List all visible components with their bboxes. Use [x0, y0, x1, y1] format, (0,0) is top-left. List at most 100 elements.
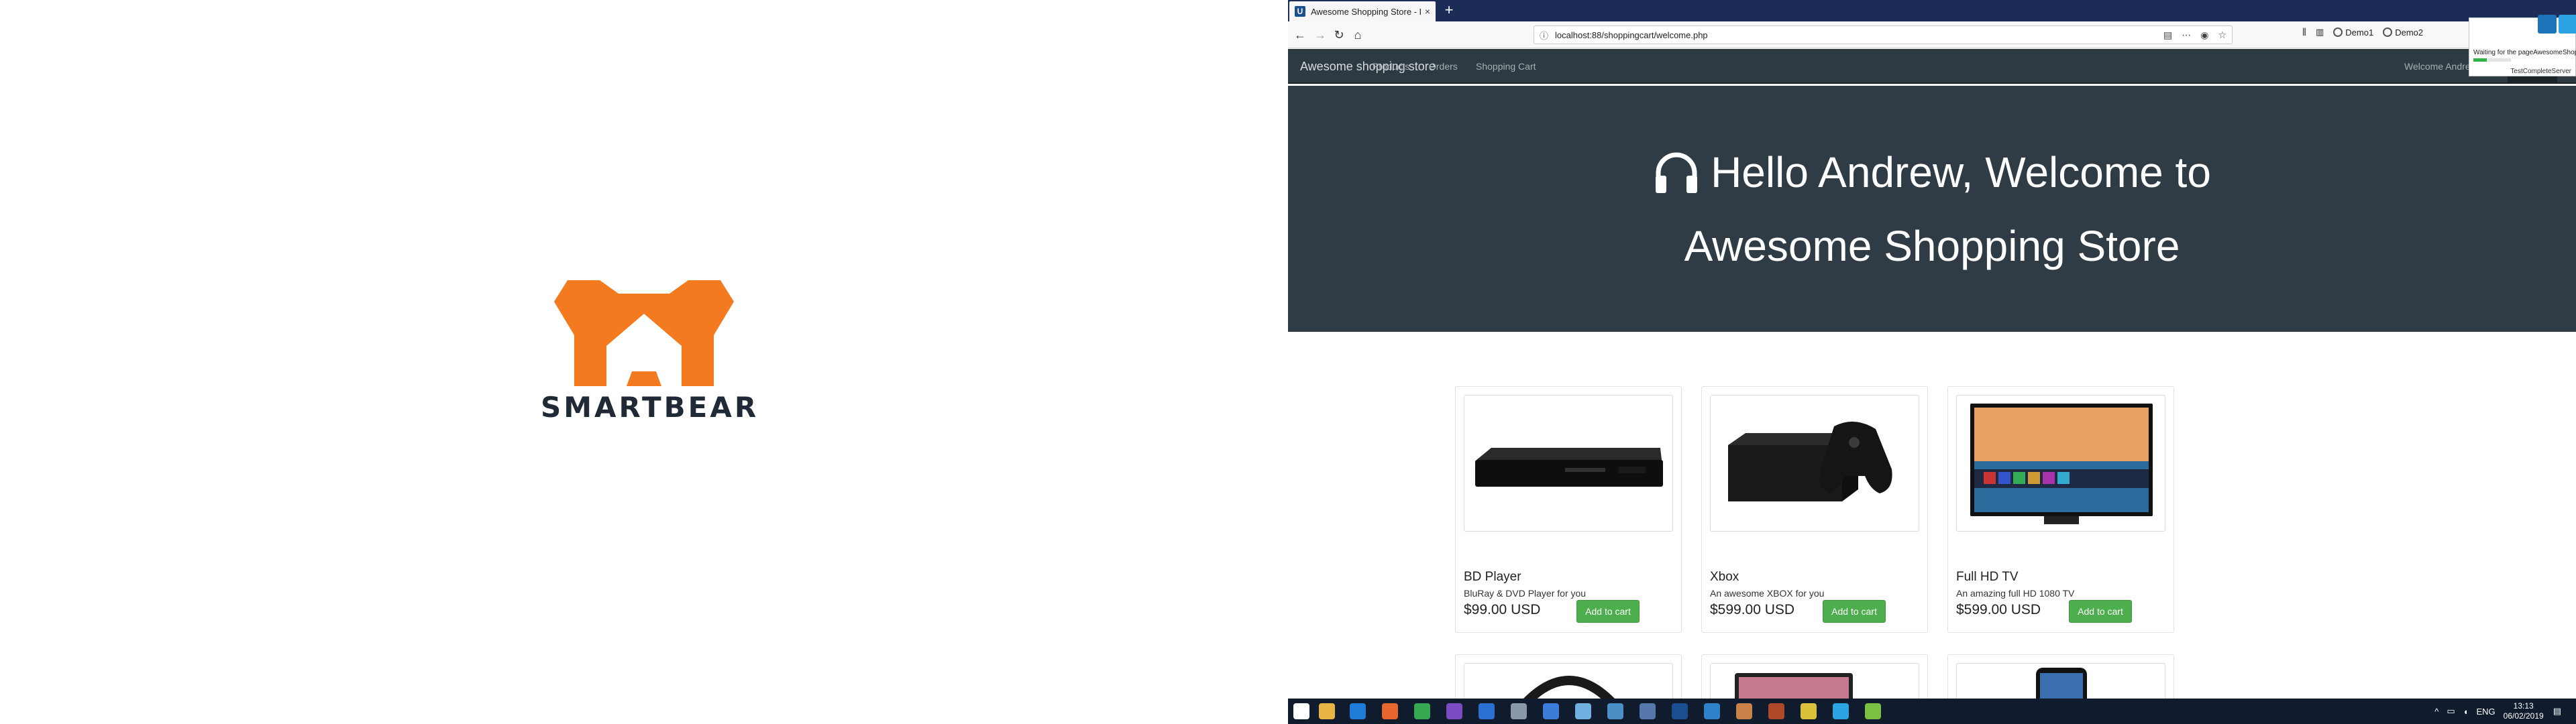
pocket-icon[interactable]: ◉ [2200, 29, 2208, 41]
product-card-partial [1455, 654, 1682, 699]
hero-heading-line2: Awesome Shopping Store [1684, 222, 2180, 270]
app-icon[interactable] [1446, 703, 1462, 719]
app-icon[interactable] [1672, 703, 1688, 719]
app-icon[interactable] [1865, 703, 1881, 719]
chrome-icon[interactable] [1414, 703, 1430, 719]
smartbear-logo: SMARTBEAR [541, 274, 759, 424]
volume-icon[interactable]: ◖ [2463, 707, 2469, 717]
start-icon[interactable] [1293, 703, 1309, 719]
product-price: $599.00 USD [1956, 602, 2041, 617]
site-navbar: Awesome shopping store Products Orders S… [1288, 49, 2576, 84]
add-to-cart-button[interactable]: Add to cart [1576, 600, 1640, 623]
forward-icon[interactable]: → [1311, 25, 1330, 44]
presentation-pane: SMARTBEAR [0, 0, 1288, 724]
clock-time: 13:13 [2513, 701, 2534, 711]
web-page: Awesome shopping store Products Orders S… [1288, 49, 2576, 699]
product-image-laptop [1710, 663, 1919, 699]
nav-products-link[interactable]: Products [1373, 49, 1409, 84]
globe-icon [2333, 27, 2343, 37]
product-price: $99.00 USD [1464, 602, 1541, 617]
product-description: BluRay & DVD Player for you [1464, 588, 1587, 599]
app-icon[interactable] [1511, 703, 1527, 719]
add-to-cart-button[interactable]: Add to cart [1823, 600, 1886, 623]
product-description: An amazing full HD 1080 TV [1956, 588, 2075, 599]
product-image-bd-player [1464, 395, 1673, 532]
browser-window: U Awesome Shopping Store - F × + ← → ↻ ⌂… [1288, 0, 2576, 699]
firefox-icon[interactable] [1382, 703, 1398, 719]
site-favicon-icon: U [1295, 6, 1305, 17]
headphones-icon [1656, 152, 1698, 193]
app-icon[interactable] [1704, 703, 1720, 719]
app-icon[interactable] [1801, 703, 1817, 719]
bookmark-label: Demo2 [2395, 27, 2424, 38]
app-icon[interactable] [1543, 703, 1559, 719]
bookmark-label: Demo1 [2345, 27, 2374, 38]
new-tab-button[interactable]: + [1441, 3, 1457, 19]
product-name: Full HD TV [1956, 570, 2019, 584]
notifications-icon[interactable]: ▤ [2553, 706, 2561, 717]
reload-icon[interactable]: ↻ [1330, 25, 1348, 44]
product-name: Xbox [1710, 570, 1739, 584]
chevron-up-icon[interactable]: ^ [2434, 707, 2438, 717]
page-actions-icon[interactable]: ⋯ [2182, 29, 2191, 41]
app-icon[interactable] [1607, 703, 1623, 719]
product-image-tv [1956, 395, 2165, 532]
bookmark-demo2[interactable]: Demo2 [2383, 27, 2423, 38]
url-input[interactable]: localhost:88/shoppingcart/welcome.php [1555, 30, 2154, 40]
nav-orders-link[interactable]: Orders [1429, 49, 1458, 84]
app-icon[interactable] [1768, 703, 1784, 719]
nav-welcome-link[interactable]: Welcome Andrew [2404, 49, 2477, 84]
app-icon[interactable] [1575, 703, 1591, 719]
home-icon[interactable]: ⌂ [1348, 25, 1367, 44]
product-card-partial [1701, 654, 1928, 699]
toolbar-right: ⫼ ▥ Demo1 Demo2 [2302, 27, 2432, 38]
app-icon[interactable] [1736, 703, 1752, 719]
tab-title: Awesome Shopping Store - F [1311, 6, 1421, 17]
hero-banner: Hello Andrew, Welcome to Awesome Shoppin… [1288, 86, 2576, 332]
testcomplete-taskbar-icon[interactable] [1833, 703, 1849, 719]
edge-icon[interactable] [1350, 703, 1366, 719]
add-to-cart-button[interactable]: Add to cart [2069, 600, 2132, 623]
globe-icon [2383, 27, 2393, 37]
bookmark-star-icon[interactable]: ☆ [2218, 29, 2226, 41]
product-image-xbox [1710, 395, 1919, 532]
product-card: BD Player BluRay & DVD Player for you $9… [1455, 386, 1682, 633]
hero-heading: Hello Andrew, Welcome to [1288, 147, 2576, 206]
bear-head-icon [554, 280, 734, 386]
close-icon[interactable]: × [1425, 6, 1430, 17]
recorder-label: TestCompleteServer [2510, 68, 2571, 75]
file-explorer-icon[interactable] [1319, 703, 1335, 719]
product-price: $599.00 USD [1710, 602, 1795, 617]
recorder-progress-fill [2473, 58, 2487, 62]
product-card: Full HD TV An amazing full HD 1080 TV $5… [1947, 386, 2174, 633]
app-icon[interactable] [1640, 703, 1656, 719]
recorder-status-text: Waiting for the pageAwesomeShoppingStore… [2473, 49, 2576, 56]
product-image-phone [1956, 663, 2165, 699]
hero-heading-line1: Hello Andrew, Welcome to [1711, 148, 2211, 196]
navigation-toolbar: ← → ↻ ⌂ ⓘ localhost:88/shoppingcart/welc… [1288, 21, 2576, 48]
clock[interactable]: 13:13 06/02/2019 [2504, 701, 2544, 721]
product-name: BD Player [1464, 570, 1521, 584]
pause-icon[interactable] [2559, 15, 2576, 34]
site-brand-link[interactable]: Awesome shopping store [1300, 49, 1436, 84]
recorder-progress-bar [2473, 58, 2511, 62]
back-icon[interactable]: ← [1291, 25, 1309, 44]
testcomplete-logo-icon[interactable] [2538, 15, 2557, 34]
network-icon[interactable]: ▭ [2447, 706, 2455, 717]
reader-view-icon[interactable]: ▤ [2163, 29, 2172, 41]
library-icon[interactable]: ⫼ [2302, 27, 2306, 38]
sidebar-icon[interactable]: ▥ [2316, 27, 2324, 38]
browser-tab-active[interactable]: U Awesome Shopping Store - F × [1289, 1, 1436, 21]
nav-shopping-cart-link[interactable]: Shopping Cart [1476, 49, 1536, 84]
bookmark-demo1[interactable]: Demo1 [2333, 27, 2373, 38]
testcomplete-recorder-panel: Waiting for the pageAwesomeShoppingStore… [2469, 15, 2576, 76]
outlook-icon[interactable] [1479, 703, 1495, 719]
recorder-buttons [2536, 15, 2576, 34]
info-icon[interactable]: ⓘ [1540, 29, 1548, 42]
system-tray: ^ ▭ ◖ ENG 13:13 06/02/2019 ▤ [2434, 699, 2569, 724]
smartbear-wordmark: SMARTBEAR [541, 391, 759, 424]
language-indicator[interactable]: ENG [2476, 707, 2495, 717]
product-description: An awesome XBOX for you [1710, 588, 1825, 599]
product-card: Xbox An awesome XBOX for you $599.00 USD… [1701, 386, 1928, 633]
address-bar[interactable]: ⓘ localhost:88/shoppingcart/welcome.php … [1534, 25, 2233, 44]
